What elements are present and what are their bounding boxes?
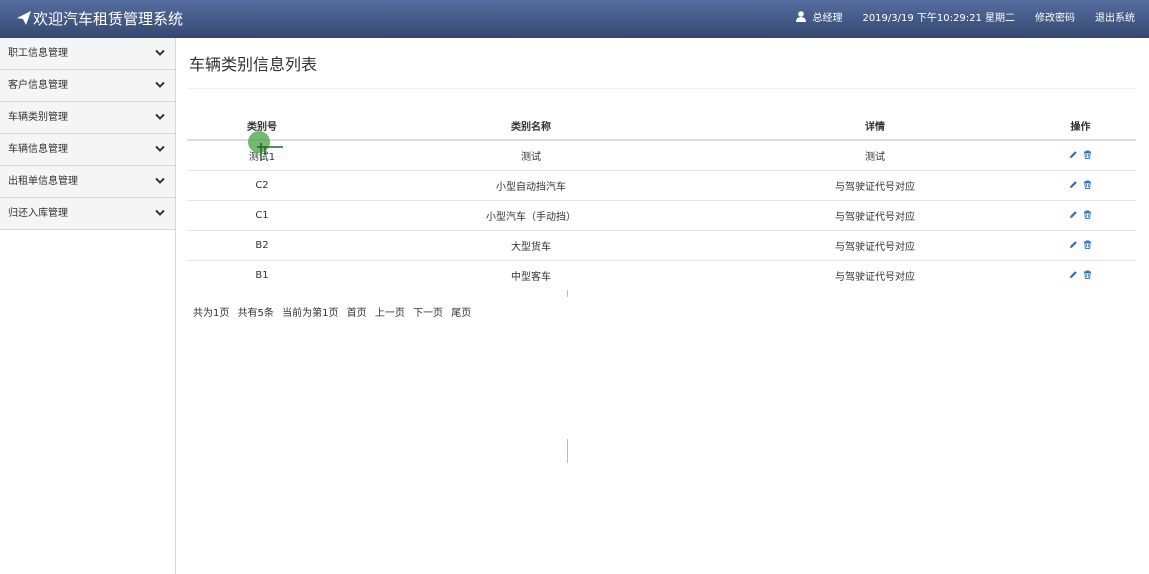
column-header-detail: 详情 [725,112,1025,141]
table-row: B2 大型货车 与驾驶证代号对应 [187,230,1136,261]
cell-actions [1025,140,1136,171]
pagination: 共为1页 共有5条 当前为第1页 首页 上一页 下一页 尾页 [193,304,476,319]
pencil-icon[interactable] [1069,270,1078,279]
cell-name: 中型客车 [337,260,725,290]
sidebar-item-label: 出租单信息管理 [8,176,78,187]
pencil-icon[interactable] [1069,240,1078,249]
sidebar-item-vehicle-category[interactable]: 车辆类别管理 [0,102,175,134]
sidebar-item-rental-order[interactable]: 出租单信息管理 [0,166,175,198]
cell-detail: 与驾驶证代号对应 [725,260,1025,290]
brand: 欢迎汽车租赁管理系统 [17,0,183,38]
logout-link[interactable]: 退出系统 [1095,0,1135,38]
trash-icon[interactable] [1083,179,1092,189]
pager-last-link[interactable]: 尾页 [451,308,471,319]
cell-code: C1 [187,200,337,231]
sidebar-item-label: 客户信息管理 [8,80,68,91]
page-title: 车辆类别信息列表 [189,55,318,74]
pencil-icon[interactable] [1069,210,1078,219]
sidebar-item-vehicle-info[interactable]: 车辆信息管理 [0,134,175,166]
current-user: 总经理 [796,0,842,38]
user-icon [796,11,807,22]
user-name: 总经理 [812,13,843,24]
divider-mark [567,290,568,297]
pager-current: 当前为第1页 [282,308,339,319]
table-row: 测试1 测试 测试 [187,140,1136,171]
datetime-display: 2019/3/19 下午10:29:21 星期二 [862,13,1015,24]
sidebar-item-label: 归还入库管理 [8,208,68,219]
cell-name: 小型汽车（手动挡） [337,200,725,231]
column-header-name: 类别名称 [337,112,725,141]
cell-actions [1025,170,1136,201]
trash-icon[interactable] [1083,209,1092,219]
chevron-down-icon [155,145,165,152]
cell-name: 小型自动挡汽车 [337,170,725,201]
chevron-down-icon [155,209,165,216]
chevron-down-icon [155,49,165,56]
table-row: C1 小型汽车（手动挡） 与驾驶证代号对应 [187,200,1136,231]
chevron-down-icon [155,81,165,88]
paper-plane-icon [17,11,31,25]
trash-icon[interactable] [1083,239,1092,249]
cell-code: B1 [187,260,337,290]
category-table: 类别号 类别名称 详情 操作 测试1 测试 测试 C2 小型自动挡汽车 与驾驶证… [187,112,1136,290]
trash-icon[interactable] [1083,269,1092,279]
pager-total-items: 共有5条 [237,308,274,319]
cell-detail: 测试 [865,152,885,163]
sidebar-item-return[interactable]: 归还入库管理 [0,198,175,230]
main-content: 车辆类别信息列表 类别号 类别名称 详情 操作 测试1 测试 测试 C2 小型自… [176,38,1149,574]
top-header: 欢迎汽车租赁管理系统 总经理 2019/3/19 下午10:29:21 星期二 … [0,0,1149,38]
pager-next-link[interactable]: 下一页 [413,308,443,319]
cell-code: B2 [187,230,337,261]
pager-first-link[interactable]: 首页 [347,308,367,319]
cell-detail: 与驾驶证代号对应 [725,200,1025,231]
sidebar-item-label: 车辆信息管理 [8,144,68,155]
cell-code: C2 [187,170,337,201]
sidebar-item-label: 车辆类别管理 [8,112,68,123]
table-header-row: 类别号 类别名称 详情 操作 [187,112,1136,141]
sidebar-item-customer[interactable]: 客户信息管理 [0,70,175,102]
sidebar: 职工信息管理 客户信息管理 车辆类别管理 车辆信息管理 出租单信息管理 归还入库… [0,38,176,574]
mouse-cursor-icon [257,143,283,161]
column-header-actions: 操作 [1025,112,1136,141]
pencil-icon[interactable] [1069,180,1078,189]
table-row: C2 小型自动挡汽车 与驾驶证代号对应 [187,170,1136,201]
cell-actions [1025,200,1136,231]
cell-name: 测试 [521,152,541,163]
pager-total-pages: 共为1页 [193,308,230,319]
header-right: 总经理 2019/3/19 下午10:29:21 星期二 修改密码 退出系统 [776,0,1135,38]
app-title: 欢迎汽车租赁管理系统 [33,10,184,28]
title-divider [189,88,1136,89]
pager-prev-link[interactable]: 上一页 [375,308,405,319]
pencil-icon[interactable] [1069,150,1078,159]
chevron-down-icon [155,177,165,184]
cell-detail: 与驾驶证代号对应 [725,170,1025,201]
cell-actions [1025,230,1136,261]
chevron-down-icon [155,113,165,120]
text-cursor-mark [567,439,568,463]
cell-detail: 与驾驶证代号对应 [725,230,1025,261]
table-row: B1 中型客车 与驾驶证代号对应 [187,260,1136,290]
change-password-link[interactable]: 修改密码 [1035,0,1075,38]
sidebar-item-label: 职工信息管理 [8,48,68,59]
cell-name: 大型货车 [337,230,725,261]
cell-actions [1025,260,1136,290]
trash-icon[interactable] [1083,149,1092,159]
sidebar-item-staff[interactable]: 职工信息管理 [0,38,175,70]
